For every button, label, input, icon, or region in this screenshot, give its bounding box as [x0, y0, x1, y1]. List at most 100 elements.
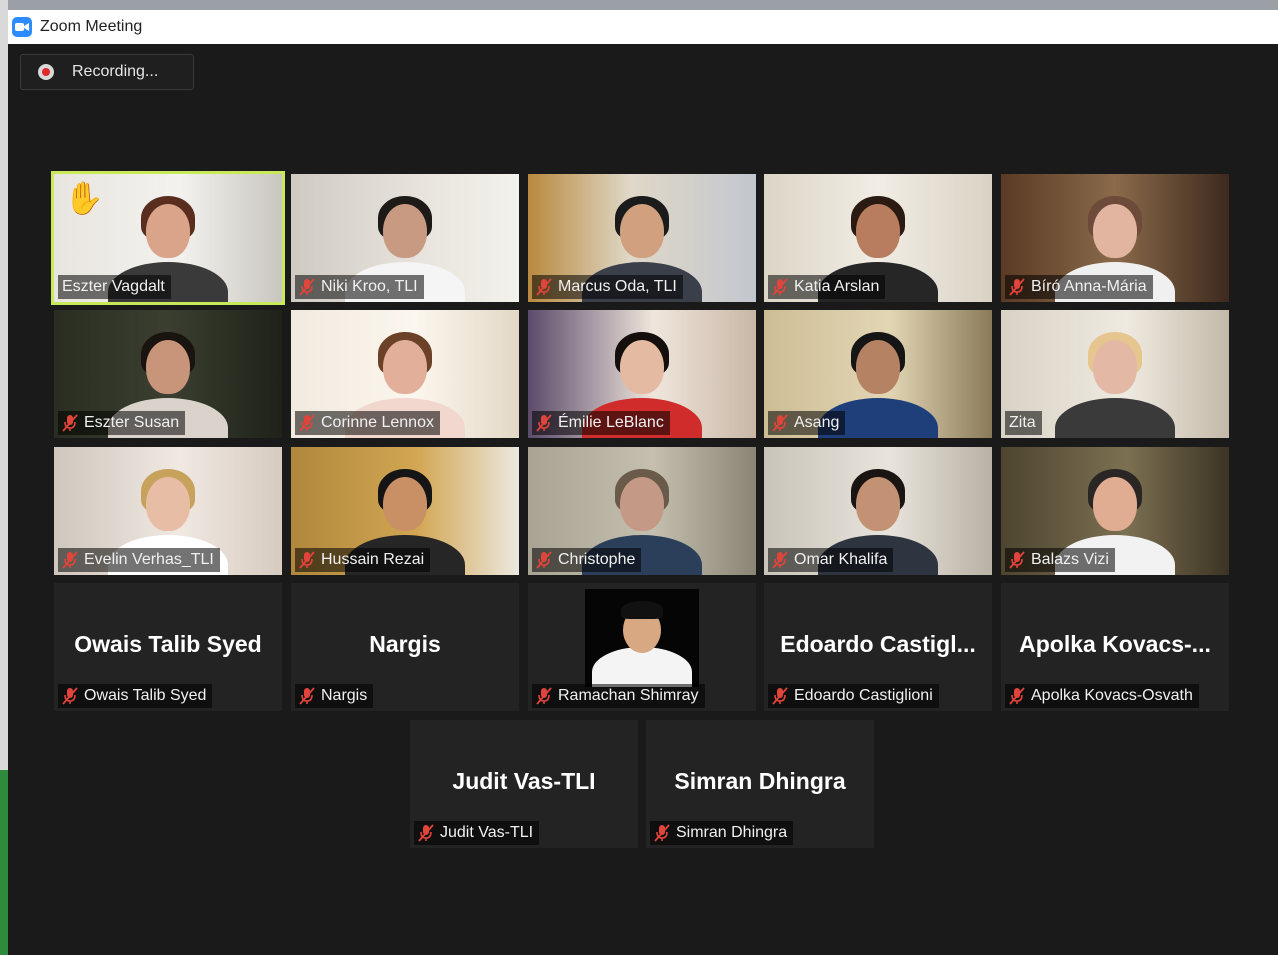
participant-face [383, 340, 427, 394]
participant-display-name: Apolka Kovacs-... [1019, 631, 1211, 657]
participant-tile[interactable]: Corinne Lennox [291, 310, 519, 438]
participant-face [383, 204, 427, 258]
participant-nameplate: Zita [1005, 411, 1042, 435]
participant-nameplate: Hussain Rezai [295, 548, 431, 572]
participant-tile[interactable]: Balazs Vizi [1001, 447, 1229, 575]
participant-nameplate: Ramachan Shimray [532, 684, 705, 708]
participant-nameplate: Omar Khalifa [768, 548, 894, 572]
participant-name: Katia Arslan [794, 278, 880, 295]
participant-nameplate: Corinne Lennox [295, 411, 440, 435]
participant-name: Balazs Vizi [1031, 551, 1109, 568]
participant-tile[interactable]: Bíró Anna-Mária [1001, 174, 1229, 302]
participant-tile[interactable]: Christophe [528, 447, 756, 575]
participant-tile[interactable]: Asang [764, 310, 992, 438]
participant-tile[interactable]: Evelin Verhas_TLI [54, 447, 282, 575]
participant-nameplate: Apolka Kovacs-Osvath [1005, 684, 1199, 708]
participant-name: Christophe [558, 551, 636, 568]
participant-tile[interactable]: Eszter Susan [54, 310, 282, 438]
participant-name: Edoardo Castiglioni [794, 687, 933, 704]
participant-name: Marcus Oda, TLI [558, 278, 677, 295]
participant-face [1093, 477, 1137, 531]
participant-name: Owais Talib Syed [84, 687, 207, 704]
recording-indicator[interactable]: Recording... [20, 54, 194, 90]
participant-tile[interactable]: Simran Dhingra Simran Dhingra [646, 720, 874, 848]
participant-name: Émilie LeBlanc [558, 414, 664, 431]
profile-photo-body [592, 647, 692, 687]
participant-tile[interactable]: Ramachan Shimray [528, 583, 756, 711]
mic-muted-icon [654, 824, 670, 842]
participant-tile[interactable]: Omar Khalifa [764, 447, 992, 575]
participant-name: Bíró Anna-Mária [1031, 278, 1147, 295]
participant-tile[interactable]: Marcus Oda, TLI [528, 174, 756, 302]
mic-muted-icon [299, 278, 315, 296]
participant-face [856, 477, 900, 531]
participant-nameplate: Émilie LeBlanc [532, 411, 670, 435]
participant-face [620, 477, 664, 531]
participant-tile[interactable]: Apolka Kovacs-... Apolka Kovacs-Osvath [1001, 583, 1229, 711]
participant-name: Omar Khalifa [794, 551, 888, 568]
participant-tile[interactable]: Zita [1001, 310, 1229, 438]
participant-tile[interactable]: Hussain Rezai [291, 447, 519, 575]
participant-tile[interactable]: Judit Vas-TLI Judit Vas-TLI [410, 720, 638, 848]
mic-muted-icon [62, 687, 78, 705]
participant-nameplate: Balazs Vizi [1005, 548, 1115, 572]
participant-face [620, 340, 664, 394]
participant-name: Eszter Susan [84, 414, 180, 431]
mic-muted-icon [536, 414, 552, 432]
participant-nameplate: Katia Arslan [768, 275, 886, 299]
participant-tile[interactable]: Owais Talib Syed Owais Talib Syed [54, 583, 282, 711]
mic-muted-icon [536, 551, 552, 569]
mic-muted-icon [62, 414, 78, 432]
record-dot-icon [38, 64, 54, 80]
participant-body [1055, 398, 1175, 438]
mic-muted-icon [772, 278, 788, 296]
recording-label: Recording... [72, 63, 159, 80]
participant-face [146, 340, 190, 394]
profile-photo [585, 589, 699, 687]
mic-muted-icon [418, 824, 434, 842]
participant-tile[interactable]: Katia Arslan [764, 174, 992, 302]
participant-tile[interactable]: Edoardo Castigl... Edoardo Castiglioni [764, 583, 992, 711]
participant-nameplate: Eszter Susan [58, 411, 186, 435]
zoom-camera-icon [12, 17, 32, 37]
participant-nameplate: Judit Vas-TLI [414, 821, 540, 845]
participant-nameplate: Simran Dhingra [650, 821, 794, 845]
participant-display-name: Nargis [369, 631, 441, 657]
participant-nameplate: Evelin Verhas_TLI [58, 548, 220, 572]
participant-name: Ramachan Shimray [558, 687, 699, 704]
participant-face [146, 204, 190, 258]
participant-tile[interactable]: Émilie LeBlanc [528, 310, 756, 438]
participant-display-name: Judit Vas-TLI [452, 768, 596, 794]
participant-face [383, 477, 427, 531]
participant-face [856, 340, 900, 394]
title-bar[interactable]: Zoom Meeting [8, 10, 1278, 44]
raised-hand-icon: ✋ [64, 180, 104, 216]
mic-muted-icon [772, 414, 788, 432]
participant-face [620, 204, 664, 258]
participant-nameplate: Marcus Oda, TLI [532, 275, 683, 299]
participant-tile[interactable]: ✋ Eszter Vagdalt [51, 171, 285, 305]
participant-name: Simran Dhingra [676, 824, 788, 841]
participant-nameplate: Asang [768, 411, 846, 435]
mic-muted-icon [536, 278, 552, 296]
participant-tile[interactable]: Nargis Nargis [291, 583, 519, 711]
profile-photo-hair [621, 601, 663, 619]
zoom-meeting-window: Zoom Meeting Recording... ✋ Eszter Vagdal… [8, 10, 1278, 955]
mic-muted-icon [536, 687, 552, 705]
participant-name: Evelin Verhas_TLI [84, 551, 214, 568]
participant-nameplate: Bíró Anna-Mária [1005, 275, 1153, 299]
participant-name: Corinne Lennox [321, 414, 434, 431]
participant-nameplate: Owais Talib Syed [58, 684, 213, 708]
participant-name: Apolka Kovacs-Osvath [1031, 687, 1193, 704]
participant-nameplate: Nargis [295, 684, 374, 708]
participant-face [856, 204, 900, 258]
participant-tile[interactable]: Niki Kroo, TLI [291, 174, 519, 302]
participant-name: Asang [794, 414, 840, 431]
mic-muted-icon [772, 687, 788, 705]
mic-muted-icon [1009, 687, 1025, 705]
mic-muted-icon [62, 551, 78, 569]
participant-name: Niki Kroo, TLI [321, 278, 418, 295]
mic-muted-icon [772, 551, 788, 569]
desktop-background-green [0, 770, 8, 955]
participant-nameplate: Christophe [532, 548, 642, 572]
